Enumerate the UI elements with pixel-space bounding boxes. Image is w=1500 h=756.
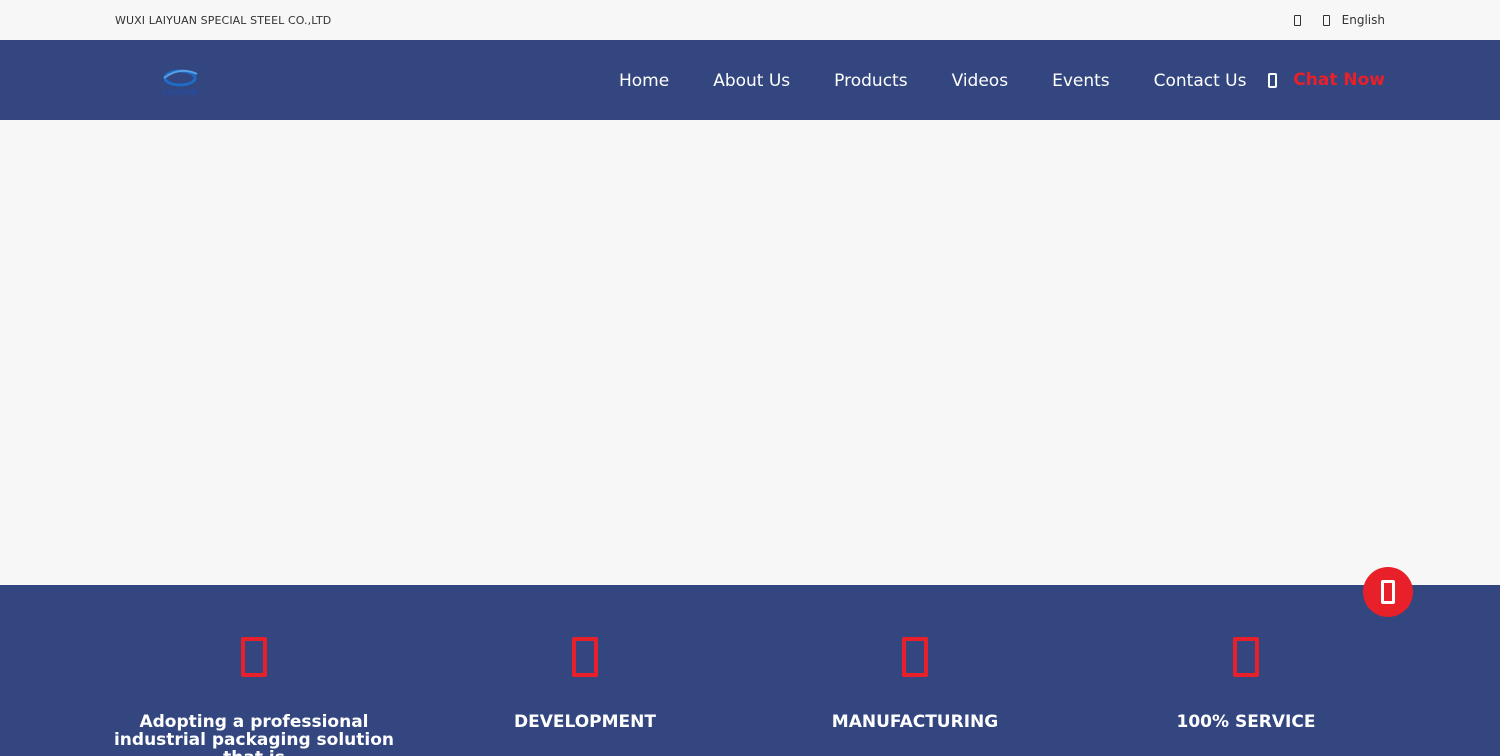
feature-service: 100% SERVICE [1096,585,1396,731]
globe-icon[interactable] [1322,14,1330,26]
features-section: Adopting a professional industrial packa… [0,585,1500,756]
nav-events[interactable]: Events [1052,71,1110,91]
floating-call-button[interactable] [1363,567,1413,617]
nav-videos[interactable]: Videos [952,71,1009,91]
tool-icon [241,637,267,677]
nav-contact-us[interactable]: Contact Us [1154,71,1247,91]
nav-about-us[interactable]: About Us [713,71,790,91]
feature-title: Adopting a professional industrial packa… [113,712,395,756]
main-navigation: LAIYUAN Home About Us Products Videos Ev… [0,40,1500,120]
feature-manufacturing: MANUFACTURING [765,585,1065,731]
nav-home[interactable]: Home [619,71,669,91]
phone-icon[interactable] [1293,14,1301,26]
feature-development: DEVELOPMENT [435,585,735,731]
company-name: WUXI LAIYUAN SPECIAL STEEL CO.,LTD [115,14,332,27]
language-selector[interactable]: English [1342,13,1385,27]
nav-products[interactable]: Products [834,71,907,91]
feature-packaging: Adopting a professional industrial packa… [104,585,404,756]
hero-banner [0,120,1500,585]
feature-title: MANUFACTURING [831,712,999,732]
top-bar: WUXI LAIYUAN SPECIAL STEEL CO.,LTD Engli… [0,0,1500,40]
phone-icon [1381,580,1395,604]
company-logo[interactable]: LAIYUAN [154,64,206,98]
feature-title: 100% SERVICE [1176,712,1316,732]
phone-icon[interactable] [1268,73,1277,88]
svg-text:LAIYUAN: LAIYUAN [163,88,198,97]
manufacturing-icon [902,637,928,677]
development-icon [572,637,598,677]
feature-title: DEVELOPMENT [514,712,656,732]
top-right-links: English [1293,13,1385,27]
chat-now-button[interactable]: Chat Now [1293,70,1385,90]
nav-menu: Home About Us Products Videos Events Con… [619,71,1247,91]
service-icon [1233,637,1259,677]
